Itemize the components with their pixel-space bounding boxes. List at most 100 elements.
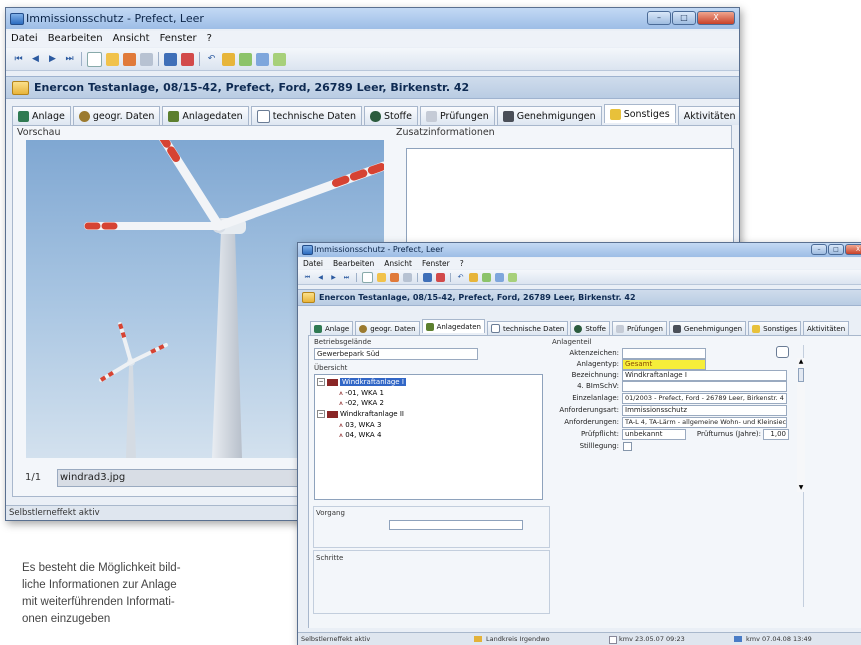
front-window-titlebar[interactable]: Immissionsschutz - Prefect, Leer – □ X (298, 243, 861, 257)
report-icon[interactable] (273, 52, 286, 66)
tree-leaf[interactable]: ⩚ -02, WKA 2 (339, 399, 384, 408)
maximize-button[interactable]: □ (828, 244, 844, 255)
menu-fenster[interactable]: Fenster (417, 258, 455, 269)
tab-sonstiges[interactable]: Sonstiges (748, 321, 801, 335)
record-header: Enercon Testanlage, 08/15-42, Prefect, F… (6, 76, 739, 99)
tab-anlagedaten[interactable]: Anlagedaten (421, 319, 485, 333)
tools-icon[interactable] (482, 272, 491, 282)
menu-fenster[interactable]: Fenster (155, 31, 202, 47)
tab-genehmigungen[interactable]: Genehmigungen (668, 321, 747, 335)
tree-leaf[interactable]: ⩚ -01, WKA 1 (339, 389, 384, 398)
tab-aktivitaeten[interactable]: Aktivitäten (803, 321, 850, 335)
tab-stoffe[interactable]: Stoffe (363, 106, 418, 125)
menu-ansicht[interactable]: Ansicht (108, 31, 155, 47)
save-icon[interactable] (164, 52, 177, 66)
tab-technische-daten[interactable]: technische Daten (250, 106, 362, 125)
bezeichnung-field[interactable]: Windkraftanlage I (622, 370, 787, 381)
collapse-icon[interactable]: − (317, 410, 325, 418)
tools-icon[interactable] (239, 52, 252, 66)
betriebsgelaende-field[interactable]: Gewerbepark Süd (314, 348, 478, 360)
open-folder-icon[interactable] (106, 52, 119, 66)
report-icon[interactable] (508, 272, 517, 282)
window-icon[interactable] (495, 272, 504, 282)
last-record-icon[interactable]: ⏭ (63, 53, 76, 66)
new-icon[interactable] (362, 271, 373, 283)
anforderungen-field[interactable]: TA-L 4, TA-Lärm - allgemeine Wohn- und K… (622, 417, 787, 428)
menu-datei[interactable]: Datei (6, 31, 43, 47)
tab-aktivitaeten[interactable]: Aktivitäten (677, 106, 739, 125)
open-folder-icon[interactable] (377, 272, 386, 282)
minimize-button[interactable]: – (811, 244, 827, 255)
print-icon[interactable] (403, 272, 412, 282)
aktenzeichen-field[interactable] (622, 348, 706, 359)
prev-record-icon[interactable]: ◀ (29, 53, 42, 66)
bimschv-field[interactable] (622, 381, 787, 392)
first-record-icon[interactable]: ⏮ (12, 53, 25, 66)
vertical-scrollbar[interactable]: ▲ ▼ (797, 358, 805, 492)
image-filename-field[interactable]: windrad3.jpg (57, 469, 301, 487)
pruefturnus-label: Prüfturnus (Jahre): (696, 430, 761, 438)
tab-genehmigungen[interactable]: Genehmigungen (496, 106, 602, 125)
stilllegung-checkbox[interactable] (623, 442, 632, 451)
next-record-icon[interactable]: ▶ (329, 273, 338, 282)
collapse-icon[interactable]: − (317, 378, 325, 386)
scroll-thumb[interactable] (798, 368, 804, 382)
close-button[interactable]: X (697, 11, 735, 25)
delete-icon[interactable] (181, 52, 194, 66)
minimize-button[interactable]: – (647, 11, 671, 25)
einzelanlage-field[interactable]: 01/2003 - Prefect, Ford - 26789 Leer, Bi… (622, 393, 787, 404)
window-icon[interactable] (256, 52, 269, 66)
copy-icon[interactable] (390, 272, 399, 282)
tab-anlage[interactable]: Anlage (12, 106, 71, 125)
close-button[interactable]: X (845, 244, 861, 255)
tab-anlagedaten[interactable]: Anlagedaten (162, 106, 249, 125)
tab-sonstiges[interactable]: Sonstiges (603, 104, 676, 123)
save-icon[interactable] (423, 272, 432, 282)
tab-stoffe[interactable]: Stoffe (570, 321, 610, 335)
next-record-icon[interactable]: ▶ (46, 53, 59, 66)
tree-leaf[interactable]: ⩚ 04, WKA 4 (339, 431, 381, 440)
attach-icon[interactable] (469, 272, 478, 282)
delete-icon[interactable] (436, 272, 445, 282)
overview-tree[interactable]: − Windkraftanlage I ⩚ -01, WKA 1 ⩚ -02, … (314, 374, 543, 500)
menu-bearbeiten[interactable]: Bearbeiten (328, 258, 379, 269)
prev-record-icon[interactable]: ◀ (316, 273, 325, 282)
undo-icon[interactable]: ↶ (205, 53, 218, 66)
vorgang-field[interactable] (389, 520, 523, 530)
tab-technische-daten[interactable]: technische Daten (487, 321, 569, 335)
menu-help[interactable]: ? (202, 31, 217, 47)
scroll-down-icon[interactable]: ▼ (797, 484, 805, 492)
comment-icon[interactable] (776, 346, 789, 358)
document-icon (491, 324, 500, 333)
pruefturnus-field[interactable]: 1,00 (763, 429, 789, 440)
new-icon[interactable] (87, 51, 102, 67)
copy-icon[interactable] (123, 52, 136, 66)
first-record-icon[interactable]: ⏮ (303, 273, 312, 282)
print-icon[interactable] (140, 52, 153, 66)
tab-geogr-daten[interactable]: geogr. Daten (355, 321, 420, 335)
overview-label: Übersicht (314, 364, 348, 372)
anlagentyp-field[interactable]: Gesamt (622, 359, 706, 370)
globe-icon (359, 324, 368, 333)
back-window-titlebar[interactable]: Immissionsschutz - Prefect, Leer – □ X (6, 8, 739, 29)
tree-leaf[interactable]: ⩚ 03, WKA 3 (339, 421, 381, 430)
undo-icon[interactable]: ↶ (456, 273, 465, 282)
tab-pruefungen[interactable]: Prüfungen (419, 106, 495, 125)
menu-datei[interactable]: Datei (298, 258, 328, 269)
tab-geogr-daten[interactable]: geogr. Daten (72, 106, 161, 125)
tree-node[interactable]: − Windkraftanlage I (317, 378, 406, 386)
scroll-up-icon[interactable]: ▲ (797, 358, 805, 366)
tree-node[interactable]: − Windkraftanlage II (317, 410, 404, 418)
globe-icon (78, 110, 90, 122)
attach-icon[interactable] (222, 52, 235, 66)
last-record-icon[interactable]: ⏭ (342, 273, 351, 282)
tab-anlage[interactable]: Anlage (310, 321, 354, 335)
maximize-button[interactable]: □ (672, 11, 696, 25)
menu-help[interactable]: ? (455, 258, 469, 269)
anforderungsart-field[interactable]: Immissionsschutz (622, 405, 787, 416)
menu-bearbeiten[interactable]: Bearbeiten (43, 31, 108, 47)
pruefpflicht-field[interactable]: unbekannt (622, 429, 686, 440)
tab-pruefungen[interactable]: Prüfungen (611, 321, 667, 335)
menu-ansicht[interactable]: Ansicht (379, 258, 417, 269)
created-icon (609, 636, 617, 644)
